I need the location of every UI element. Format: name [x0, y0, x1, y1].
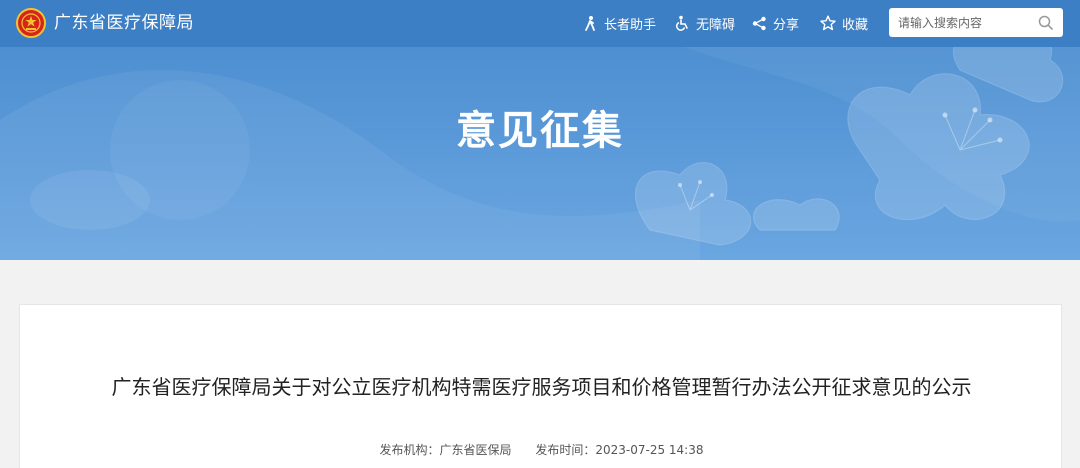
star-icon: [820, 15, 836, 31]
article-meta: 发布机构：广东省医保局 发布时间：2023-07-25 14:38: [20, 441, 1063, 458]
elder-assistant-button[interactable]: 长者助手: [582, 13, 656, 33]
article-title: 广东省医疗保障局关于对公立医疗机构特需医疗服务项目和价格管理暂行办法公开征求意见…: [111, 375, 972, 399]
search-box[interactable]: [889, 8, 1063, 37]
share-button[interactable]: 分享: [752, 13, 799, 33]
publisher: 发布机构：广东省医保局: [379, 443, 512, 457]
favorite-button[interactable]: 收藏: [820, 13, 868, 33]
elder-assistant-label: 长者助手: [604, 17, 657, 33]
search-icon[interactable]: [1038, 15, 1053, 30]
national-emblem-logo[interactable]: [16, 8, 46, 38]
accessibility-label: 无障碍: [696, 17, 736, 33]
search-input[interactable]: [889, 8, 1029, 37]
share-label: 分享: [773, 17, 800, 33]
share-icon: [752, 16, 766, 30]
publish-time: 发布时间：2023-07-25 14:38: [535, 443, 704, 457]
accessibility-button[interactable]: 无障碍: [674, 13, 735, 33]
site-title[interactable]: 广东省医疗保障局: [54, 11, 194, 35]
favorite-label: 收藏: [842, 17, 869, 33]
banner-title: 意见征集: [456, 108, 624, 154]
article-card: 广东省医疗保障局关于对公立医疗机构特需医疗服务项目和价格管理暂行办法公开征求意见…: [19, 304, 1062, 468]
wheelchair-icon: [676, 15, 688, 31]
elder-icon: [585, 16, 595, 31]
